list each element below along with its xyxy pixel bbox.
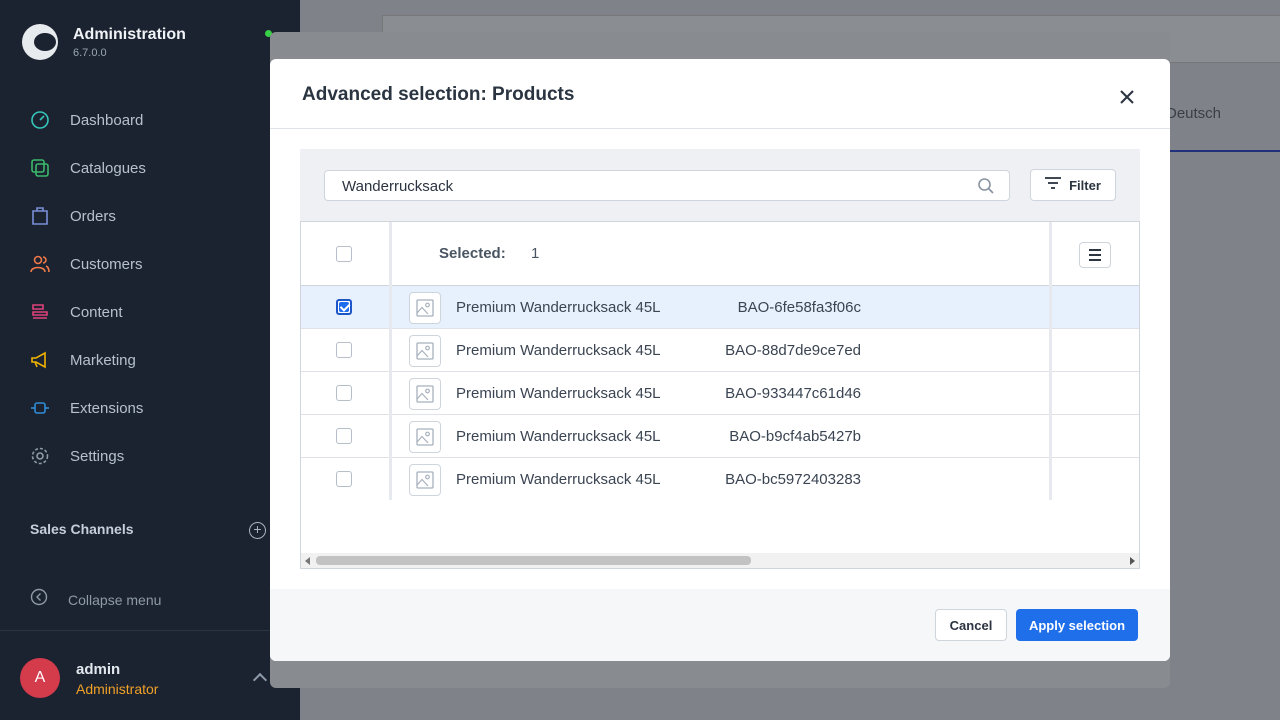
column-divider <box>389 222 392 500</box>
sidebar: Administration 6.7.0.0 Dashboard Catalog… <box>0 0 300 720</box>
horizontal-scrollbar[interactable] <box>301 553 1139 568</box>
table-row[interactable]: Premium Wanderrucksack 45L BAO-bc5972403… <box>301 458 1139 501</box>
filter-label: Filter <box>1069 177 1101 193</box>
product-name: Premium Wanderrucksack 45L <box>456 471 661 488</box>
product-grid: Selected: 1 Premium Wanderrucksack 45L B… <box>300 221 1140 569</box>
selected-label: Selected: <box>439 245 506 262</box>
apply-selection-button[interactable]: Apply selection <box>1016 609 1138 641</box>
image-placeholder-icon <box>409 378 441 410</box>
image-placeholder-icon <box>409 292 441 324</box>
cancel-button[interactable]: Cancel <box>935 609 1007 641</box>
column-divider <box>1049 222 1052 500</box>
table-row[interactable]: Premium Wanderrucksack 45L BAO-933447c61… <box>301 372 1139 415</box>
table-row[interactable]: Premium Wanderrucksack 45L BAO-b9cf4ab54… <box>301 415 1139 458</box>
language-select: Deutsch <box>1166 105 1222 122</box>
row-checkbox[interactable] <box>336 299 352 315</box>
modal-header: Advanced selection: Products <box>270 59 1170 129</box>
image-placeholder-icon <box>409 421 441 453</box>
column-settings-button[interactable] <box>1079 242 1111 268</box>
row-checkbox[interactable] <box>336 385 352 401</box>
product-number: BAO-933447c61d46 <box>725 385 861 402</box>
select-all-checkbox[interactable] <box>336 246 352 262</box>
product-name: Premium Wanderrucksack 45L <box>456 299 661 316</box>
search-input[interactable]: Wanderrucksack <box>324 170 1010 201</box>
scroll-left-icon[interactable] <box>305 557 310 565</box>
search-value: Wanderrucksack <box>342 178 454 195</box>
table-row[interactable]: Premium Wanderrucksack 45L BAO-88d7de9ce… <box>301 329 1139 372</box>
row-checkbox[interactable] <box>336 471 352 487</box>
product-name: Premium Wanderrucksack 45L <box>456 385 661 402</box>
close-icon[interactable] <box>1116 86 1138 108</box>
table-row[interactable]: Premium Wanderrucksack 45L BAO-6fe58fa3f… <box>301 286 1139 329</box>
product-number: BAO-88d7de9ce7ed <box>725 342 861 359</box>
product-number: BAO-bc5972403283 <box>725 471 861 488</box>
product-name: Premium Wanderrucksack 45L <box>456 428 661 445</box>
product-name: Premium Wanderrucksack 45L <box>456 342 661 359</box>
selected-count: 1 <box>531 245 540 262</box>
product-number: BAO-b9cf4ab5427b <box>729 428 861 445</box>
image-placeholder-icon <box>409 464 441 496</box>
modal-body: Wanderrucksack Filter Selected: 1 Premiu… <box>270 130 1170 588</box>
modal-title: Advanced selection: Products <box>302 84 575 105</box>
product-number: BAO-6fe58fa3f06c <box>737 299 861 316</box>
image-placeholder-icon <box>409 335 441 367</box>
filter-button[interactable]: Filter <box>1030 169 1116 201</box>
grid-header: Selected: 1 <box>301 222 1139 286</box>
row-checkbox[interactable] <box>336 342 352 358</box>
modal-footer: Cancel Apply selection <box>270 589 1170 661</box>
advanced-selection-modal: Advanced selection: Products Wanderrucks… <box>270 59 1170 661</box>
filter-icon <box>1045 176 1062 195</box>
row-checkbox[interactable] <box>336 428 352 444</box>
scroll-right-icon[interactable] <box>1130 557 1135 565</box>
selection-panel: Wanderrucksack Filter Selected: 1 Premiu… <box>300 149 1140 569</box>
scrollbar-thumb[interactable] <box>316 556 751 565</box>
search-icon <box>977 177 995 195</box>
